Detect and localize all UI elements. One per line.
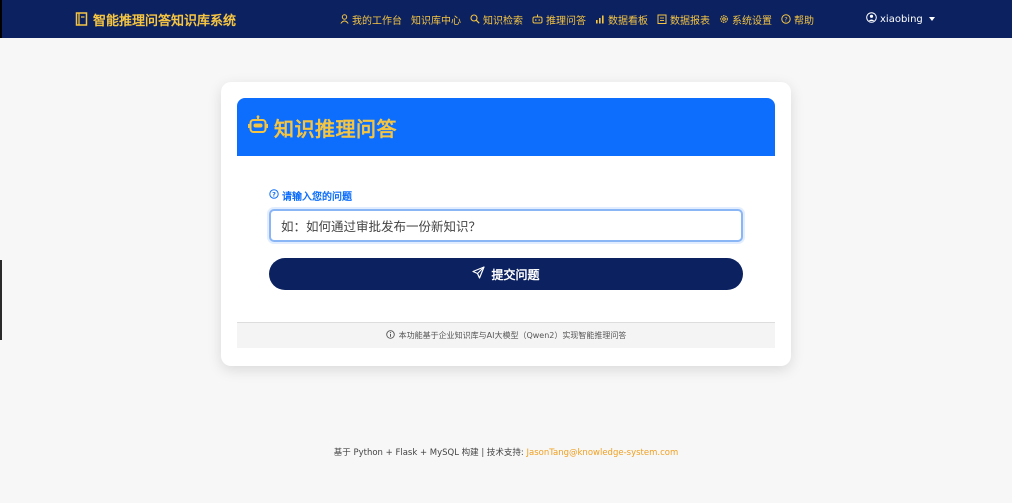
support-email-link[interactable]: JasonTang@knowledge-system.com — [527, 448, 679, 458]
username: xiaobing — [880, 13, 923, 25]
window-edge — [0, 260, 2, 340]
question-circle-icon: ? — [269, 189, 279, 202]
card-header: 知识推理问答 — [237, 98, 775, 156]
submit-button-label: 提交问题 — [491, 267, 540, 282]
nav-item-settings[interactable]: 系统设置 — [719, 12, 772, 27]
question-label: ? 请输入您的问题 — [269, 188, 352, 203]
nav-item-label: 数据看板 — [608, 15, 648, 27]
book-icon — [75, 12, 88, 26]
robot-icon — [248, 115, 269, 139]
nav-item-help[interactable]: ? 帮助 — [781, 12, 814, 27]
nav-item-label: 知识库中心 — [411, 15, 461, 27]
nav-item-dashboard[interactable]: 数据看板 — [595, 12, 648, 27]
top-navbar: 智能推理问答知识库系统 我的工作台 知识库中心 知识检索 推理问答 数据看板 数… — [0, 0, 1012, 38]
nav-item-reports[interactable]: 数据报表 — [657, 12, 710, 27]
user-icon — [340, 14, 349, 24]
question-circle-icon: ? — [781, 14, 791, 24]
card-title: 知识推理问答 — [274, 116, 397, 141]
nav-item-label: 我的工作台 — [352, 15, 402, 27]
robot-icon — [532, 14, 543, 24]
card-footer: 本功能基于企业知识库与AI大模型（Qwen2）实现智能推理问答 — [237, 322, 775, 348]
search-icon — [470, 14, 480, 24]
bar-chart-icon — [595, 14, 605, 24]
nav-item-label: 推理问答 — [546, 15, 586, 27]
footer-note: 本功能基于企业知识库与AI大模型（Qwen2）实现智能推理问答 — [398, 331, 627, 340]
svg-text:?: ? — [784, 16, 787, 24]
nav-item-workbench[interactable]: 我的工作台 — [340, 12, 402, 27]
main-nav: 我的工作台 知识库中心 知识检索 推理问答 数据看板 数据报表 系统设置 ? 帮… — [340, 0, 823, 38]
nav-item-knowledge-center[interactable]: 知识库中心 — [411, 12, 461, 27]
send-icon — [472, 266, 486, 282]
gear-icon — [719, 14, 729, 24]
nav-item-knowledge-search[interactable]: 知识检索 — [470, 12, 523, 27]
svg-text:?: ? — [272, 191, 276, 199]
user-circle-icon — [866, 12, 877, 26]
chevron-down-icon — [928, 17, 935, 21]
question-input[interactable]: 如：如何通过审批发布一份新知识？ — [269, 209, 743, 242]
nav-item-reasoning-qa[interactable]: 推理问答 — [532, 12, 586, 27]
question-input-placeholder: 如：如何通过审批发布一份新知识？ — [281, 219, 482, 234]
app-title: 智能推理问答知识库系统 — [93, 13, 237, 29]
qa-card: 知识推理问答 ? 请输入您的问题 如：如何通过审批发布一份新知识？ 提交问题 本… — [221, 82, 791, 366]
nav-item-label: 系统设置 — [732, 15, 772, 27]
report-icon — [657, 14, 667, 24]
question-label-text: 请输入您的问题 — [282, 192, 352, 203]
footer-text: 基于 Python + Flask + MySQL 构建 | 技术支持: — [333, 448, 527, 458]
user-menu[interactable]: xiaobing — [866, 0, 935, 38]
submit-question-button[interactable]: 提交问题 — [269, 258, 743, 290]
brand[interactable]: 智能推理问答知识库系统 — [75, 0, 236, 38]
nav-item-label: 数据报表 — [670, 15, 710, 27]
info-icon — [385, 330, 395, 341]
nav-item-label: 知识检索 — [483, 15, 523, 27]
nav-item-label: 帮助 — [794, 15, 814, 27]
page-footer: 基于 Python + Flask + MySQL 构建 | 技术支持: Jas… — [0, 446, 1012, 458]
